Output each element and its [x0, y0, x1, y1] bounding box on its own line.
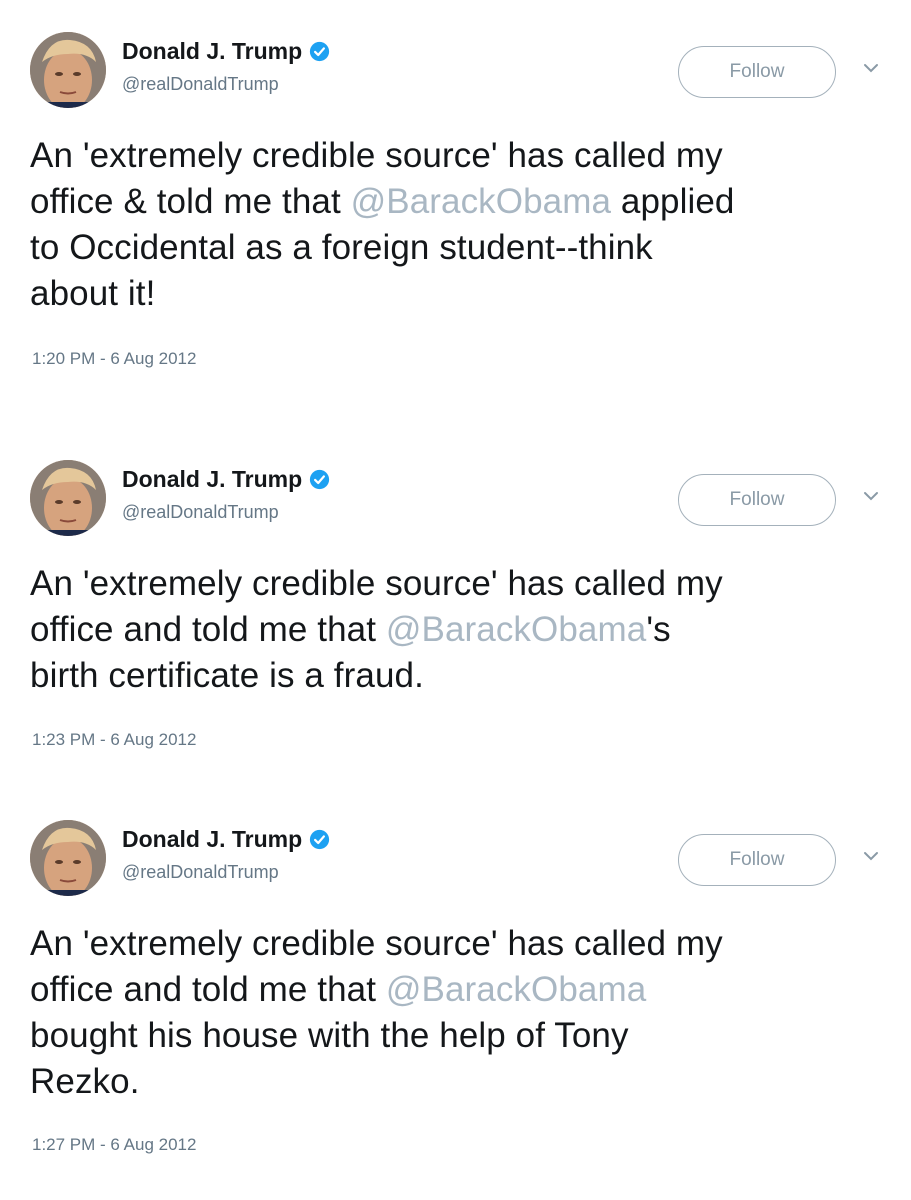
tweet-text-line: birth certificate is a fraud. — [30, 656, 424, 695]
tweet-text-line: An 'extremely credible source' has calle… — [30, 136, 723, 175]
tweet-text: An 'extremely credible source' has calle… — [30, 133, 890, 317]
tweet-timestamp[interactable]: 1:27 PM - 6 Aug 2012 — [32, 1135, 196, 1155]
follow-button[interactable]: Follow — [678, 834, 836, 886]
follow-button[interactable]: Follow — [678, 46, 836, 98]
chevron-down-icon[interactable] — [862, 849, 880, 863]
avatar[interactable] — [30, 460, 106, 536]
tweet-text-line: office and told me that @BarackObama's — [30, 610, 671, 649]
tweet-card: Donald J. Trump @realDonaldTrump Follow … — [0, 32, 911, 382]
verified-badge-icon — [310, 829, 330, 850]
author-line: Donald J. Trump — [122, 38, 330, 65]
chevron-down-icon[interactable] — [862, 489, 880, 503]
author-name[interactable]: Donald J. Trump — [122, 38, 302, 65]
tweet-text-line: An 'extremely credible source' has calle… — [30, 924, 723, 963]
author-handle[interactable]: @realDonaldTrump — [122, 74, 279, 95]
tweet-timestamp[interactable]: 1:20 PM - 6 Aug 2012 — [32, 349, 196, 369]
verified-badge-icon — [310, 41, 330, 62]
tweet-text: An 'extremely credible source' has calle… — [30, 921, 890, 1105]
avatar[interactable] — [30, 32, 106, 108]
tweet-card: Donald J. Trump @realDonaldTrump Follow … — [0, 820, 911, 1180]
author-name[interactable]: Donald J. Trump — [122, 466, 302, 493]
tweet-text-line: to Occidental as a foreign student--thin… — [30, 228, 653, 267]
tweet-timestamp[interactable]: 1:23 PM - 6 Aug 2012 — [32, 730, 196, 750]
author-line: Donald J. Trump — [122, 466, 330, 493]
tweet-text-line: Rezko. — [30, 1062, 140, 1101]
mention-link[interactable]: @BarackObama — [386, 610, 646, 649]
avatar[interactable] — [30, 820, 106, 896]
follow-button[interactable]: Follow — [678, 474, 836, 526]
mention-link[interactable]: @BarackObama — [386, 970, 646, 1009]
author-handle[interactable]: @realDonaldTrump — [122, 862, 279, 883]
tweet-text: An 'extremely credible source' has calle… — [30, 561, 890, 699]
author-name[interactable]: Donald J. Trump — [122, 826, 302, 853]
tweet-card: Donald J. Trump @realDonaldTrump Follow … — [0, 460, 911, 760]
author-line: Donald J. Trump — [122, 826, 330, 853]
verified-badge-icon — [310, 469, 330, 490]
tweet-text-line: An 'extremely credible source' has calle… — [30, 564, 723, 603]
tweet-text-line: about it! — [30, 274, 156, 313]
author-handle[interactable]: @realDonaldTrump — [122, 502, 279, 523]
chevron-down-icon[interactable] — [862, 61, 880, 75]
tweet-text-line: office & told me that @BarackObama appli… — [30, 182, 735, 221]
tweet-text-line: bought his house with the help of Tony — [30, 1016, 629, 1055]
mention-link[interactable]: @BarackObama — [351, 182, 611, 221]
tweet-text-line: office and told me that @BarackObama — [30, 970, 647, 1009]
